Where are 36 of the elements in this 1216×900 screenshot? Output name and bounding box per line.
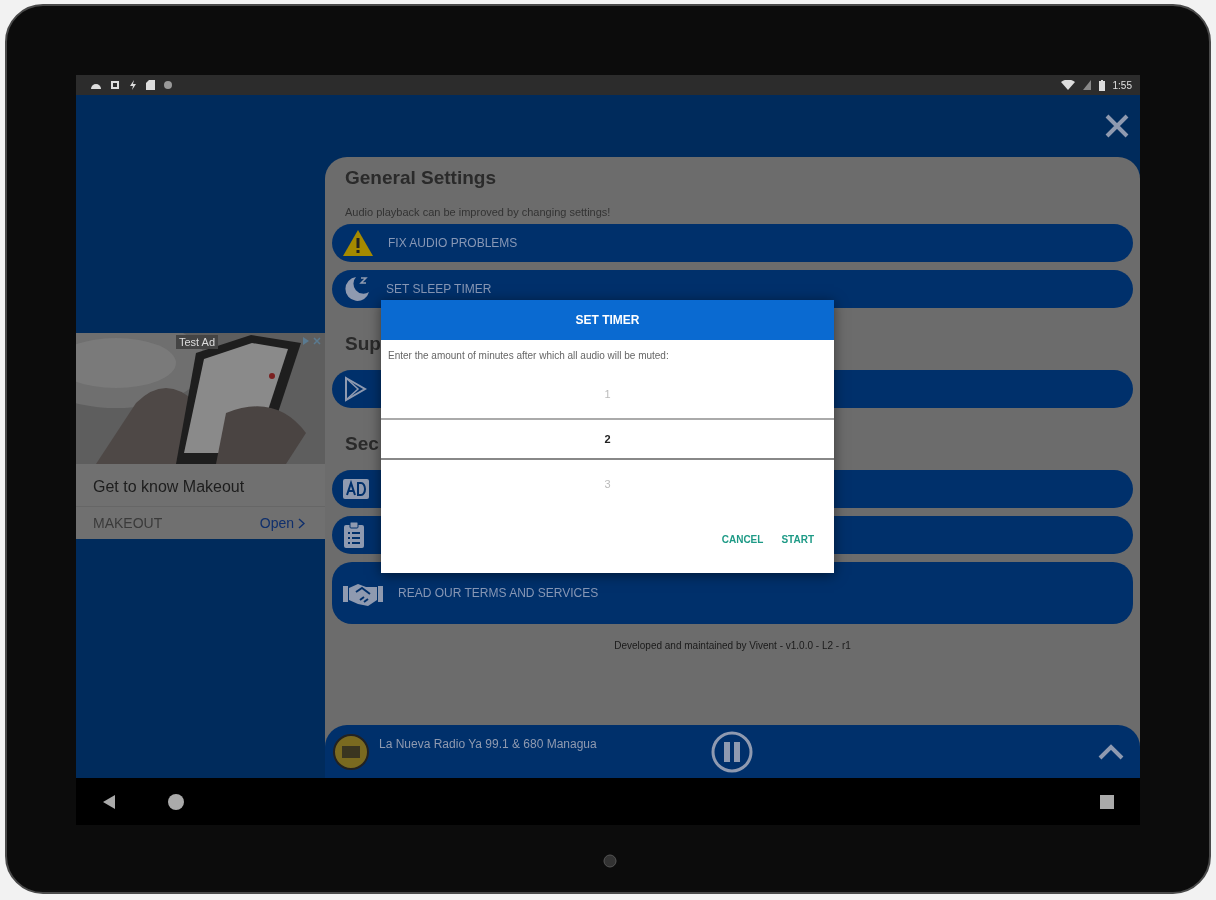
- back-icon[interactable]: [102, 794, 116, 809]
- wifi-icon: [1060, 80, 1075, 90]
- version-note: Developed and maintained by Vivent - v1.0.0 - L2 - r1: [613, 639, 852, 651]
- pause-button[interactable]: [711, 731, 753, 773]
- clock: 1:55: [1112, 79, 1132, 91]
- circle-icon: [163, 80, 173, 90]
- open-link[interactable]: Open: [259, 515, 305, 531]
- clipboard-icon: [342, 521, 366, 549]
- ad-headline: Get to know Makeout: [92, 477, 246, 497]
- home-icon[interactable]: [168, 793, 184, 810]
- number-option[interactable]: 2: [381, 418, 834, 460]
- ad-badge: Test Ad: [176, 335, 219, 349]
- sd-card-icon: [146, 80, 155, 90]
- section-heading: Sup: [345, 332, 381, 355]
- section-heading: Sec: [345, 432, 379, 455]
- dialog-title: SET TIMER: [381, 300, 834, 340]
- dialog-message: Enter the amount of minutes after which all audio will be muted:: [387, 349, 670, 363]
- lightning-icon: [128, 80, 138, 90]
- dialog-button[interactable]: START: [779, 530, 816, 549]
- recents-icon[interactable]: [1100, 794, 1114, 809]
- moon-icon: [342, 274, 372, 304]
- station-name: La Nueva Radio Ya 99.1 & 680 Managua: [379, 737, 597, 751]
- chevron-icon: [298, 517, 305, 529]
- image-icon: [110, 80, 120, 90]
- camera-icon: [603, 854, 617, 868]
- dialog-button[interactable]: CANCEL: [719, 530, 766, 549]
- settings-button[interactable]: FIX AUDIO PROBLEMS: [332, 224, 1133, 262]
- battery-icon: [1098, 79, 1105, 91]
- close-icon[interactable]: [1104, 113, 1130, 139]
- settings-title: General Settings: [344, 166, 497, 190]
- ad-icon: [342, 478, 370, 500]
- warning-icon: [342, 229, 374, 257]
- expand-icon[interactable]: [1098, 743, 1124, 760]
- signal-icon: [1082, 80, 1091, 90]
- play-store-icon: [342, 376, 368, 402]
- station-logo-icon: [333, 733, 369, 770]
